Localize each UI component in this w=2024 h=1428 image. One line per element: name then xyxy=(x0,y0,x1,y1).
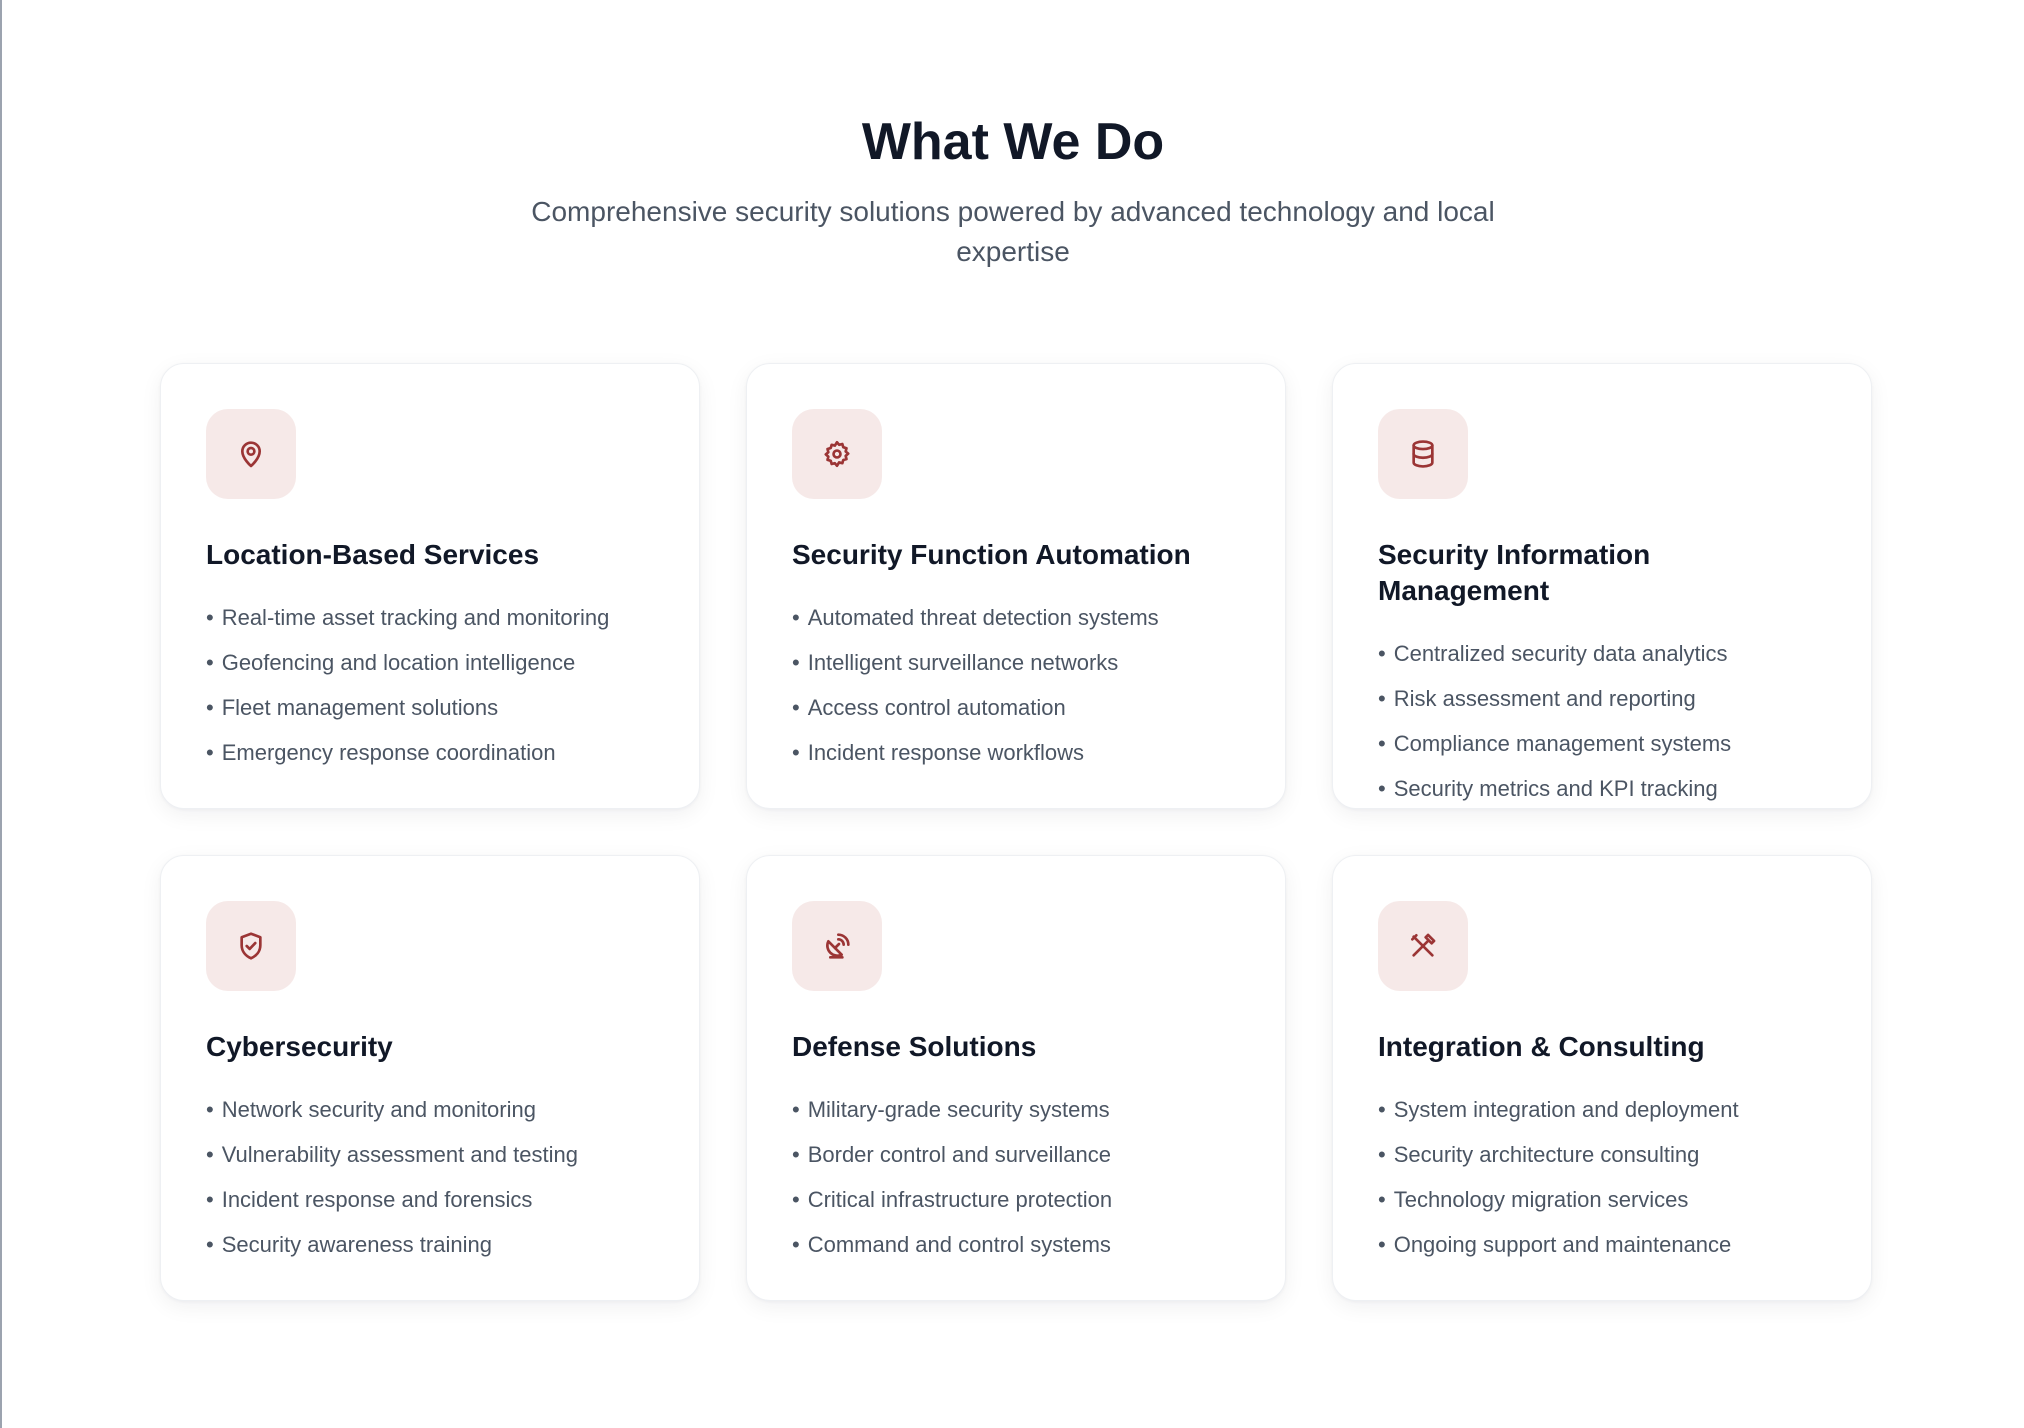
service-feature-list: • Real-time asset tracking and monitoring… xyxy=(206,595,654,775)
service-title: Security Function Automation xyxy=(792,539,1191,570)
service-card-security-function-automation: Security Function Automation • Automated … xyxy=(746,363,1286,809)
service-title: Location-Based Services xyxy=(206,539,540,570)
service-icon-container xyxy=(206,409,296,499)
service-feature-item: • Compliance management systems xyxy=(1378,731,1732,756)
service-feature-item: • Incident response and forensics xyxy=(206,1187,533,1212)
service-title: Defense Solutions xyxy=(792,1031,1037,1062)
service-feature-item: • Security metrics and KPI tracking xyxy=(1378,776,1718,801)
service-feature-item: • Border control and surveillance xyxy=(792,1142,1111,1167)
service-feature-item: • Security architecture consulting xyxy=(1378,1142,1700,1167)
service-icon-container xyxy=(206,901,296,991)
tools-icon xyxy=(1411,933,1436,957)
gear-icon xyxy=(824,440,850,468)
service-icon-container xyxy=(1378,409,1468,499)
service-title: Security Information Management xyxy=(1378,539,1651,606)
what-we-do-section: What We Do Comprehensive security soluti… xyxy=(2,0,2024,1428)
service-icon-container xyxy=(1378,901,1468,991)
service-feature-item: • Geofencing and location intelligence xyxy=(206,650,576,675)
service-feature-item: • Vulnerability assessment and testing xyxy=(206,1142,578,1167)
service-feature-item: • Command and control systems xyxy=(792,1232,1111,1257)
service-feature-list: • Military-grade security systems • Border… xyxy=(792,1087,1240,1267)
service-feature-list: • System integration and deployment • Secu… xyxy=(1378,1087,1826,1267)
service-feature-item: • Fleet management solutions xyxy=(206,695,499,720)
service-feature-item: • Automated threat detection systems xyxy=(792,605,1159,630)
section-title: What We Do xyxy=(861,113,1165,171)
service-icon-container xyxy=(792,901,882,991)
service-card-location-based-services: Location-Based Services • Real-time asset… xyxy=(160,363,700,809)
service-feature-list: • Centralized security data analytics • Ri… xyxy=(1378,631,1826,811)
service-feature-item: • Risk assessment and reporting xyxy=(1378,686,1696,711)
service-card-security-information-management: Security Information Management • Central… xyxy=(1332,363,1872,809)
service-feature-item: • Incident response workflows xyxy=(792,740,1085,765)
service-feature-item: • Security awareness training xyxy=(206,1232,492,1257)
service-title: Integration & Consulting xyxy=(1378,1031,1705,1062)
service-card-cybersecurity: Cybersecurity • Network security and moni… xyxy=(160,855,700,1301)
service-feature-item: • Military-grade security systems xyxy=(792,1097,1110,1122)
service-feature-item: • Critical infrastructure protection xyxy=(792,1187,1113,1212)
service-card-defense-solutions: Defense Solutions • Military-grade securi… xyxy=(746,855,1286,1301)
services-grid: Location-Based Services • Real-time asset… xyxy=(160,363,1872,1301)
service-feature-item: • Network security and monitoring xyxy=(206,1097,536,1122)
service-feature-item: • Technology migration services xyxy=(1378,1187,1689,1212)
service-card-integration-consulting: Integration & Consulting • System integra… xyxy=(1332,855,1872,1301)
database-icon xyxy=(1412,440,1434,468)
section-subtitle: Comprehensive security solutions powered… xyxy=(531,196,1495,267)
shield-check-icon xyxy=(240,932,262,960)
service-feature-item: • Centralized security data analytics xyxy=(1378,641,1728,666)
service-feature-list: • Automated threat detection systems • Int… xyxy=(792,595,1240,775)
satellite-dish-icon xyxy=(826,933,850,959)
service-feature-item: • Intelligent surveillance networks xyxy=(792,650,1119,675)
service-icon-container xyxy=(792,409,882,499)
service-feature-list: • Network security and monitoring • Vulner… xyxy=(206,1087,654,1267)
service-feature-item: • Emergency response coordination xyxy=(206,740,556,765)
service-feature-item: • Access control automation xyxy=(792,695,1066,720)
service-feature-item: • System integration and deployment xyxy=(1378,1097,1739,1122)
map-pin-icon xyxy=(241,441,261,468)
service-title: Cybersecurity xyxy=(206,1031,393,1062)
service-feature-item: • Real-time asset tracking and monitoring xyxy=(206,605,610,630)
service-feature-item: • Ongoing support and maintenance xyxy=(1378,1232,1732,1257)
